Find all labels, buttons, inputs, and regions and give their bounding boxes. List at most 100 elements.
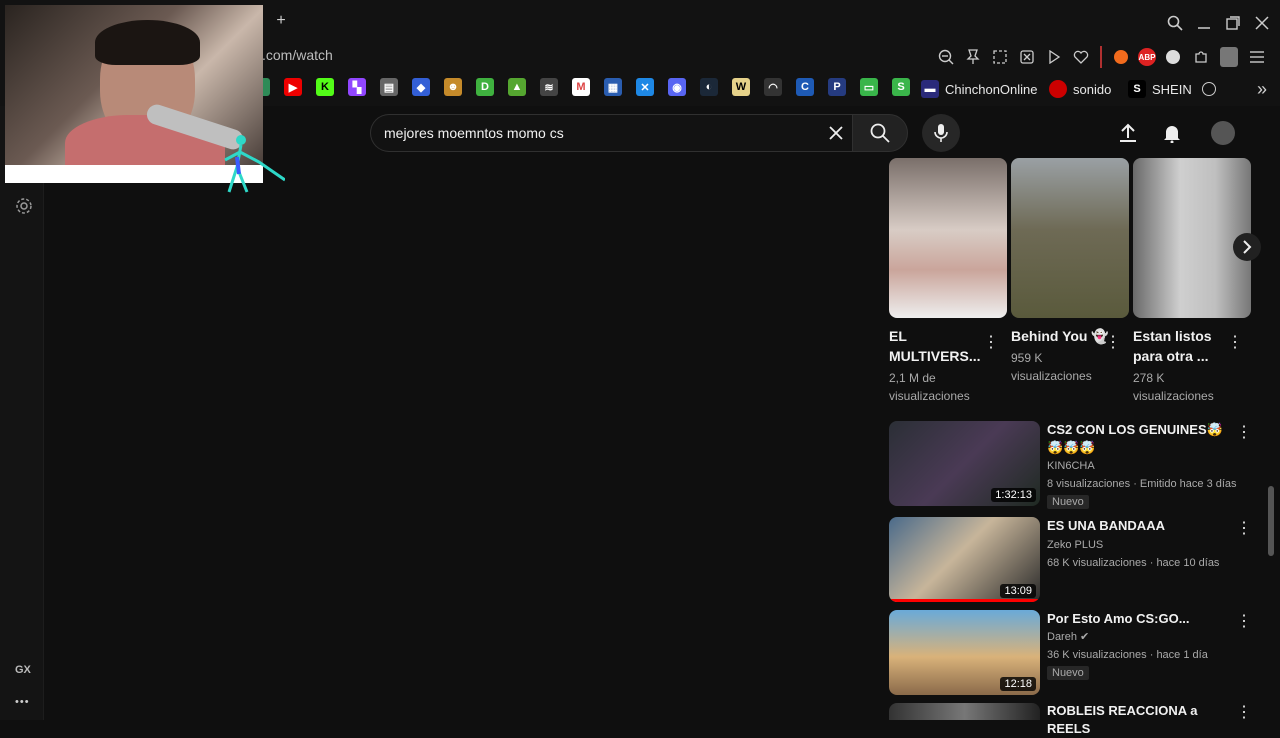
short-menu-icon[interactable]: ⋮ <box>1103 332 1123 352</box>
roblox-icon[interactable]: ◆ <box>412 78 430 96</box>
bookmark-sonido[interactable]: sonido <box>1049 78 1111 100</box>
globe-icon[interactable] <box>1160 44 1186 70</box>
voice-search-button[interactable] <box>922 114 960 152</box>
folder-icon[interactable]: ▤ <box>380 78 398 96</box>
video-title[interactable]: ROBLEIS REACCIONA a REELS <box>1047 702 1232 738</box>
short-thumbnail[interactable] <box>1133 158 1251 318</box>
close-icon[interactable] <box>1249 10 1275 36</box>
stack-icon[interactable]: ≋ <box>540 78 558 96</box>
bookmark-favicons: ▶ K ▚ ▤ ◆ ☻ D ▲ ≋ M ▦ ✕ ◉ ◐ W ◠ C P ▭ S <box>252 78 910 96</box>
video-menu-icon[interactable]: ⋮ <box>1234 611 1254 631</box>
restore-icon[interactable] <box>1220 10 1246 36</box>
short-thumbnail[interactable] <box>1011 158 1129 318</box>
short-title[interactable]: Behind You 👻 <box>1011 326 1111 346</box>
adblock-plus-icon[interactable]: ABP <box>1134 44 1160 70</box>
short-menu-icon[interactable]: ⋮ <box>1225 332 1245 352</box>
bookmark-chinchon[interactable]: ▬ ChinchonOnline <box>921 78 1038 100</box>
s-icon[interactable]: S <box>892 78 910 96</box>
video-duration: 1:32:13 <box>991 488 1036 502</box>
grid-icon[interactable]: ▦ <box>604 78 622 96</box>
short-views: 959 K visualizaciones <box>1011 351 1092 383</box>
shield-block-icon[interactable] <box>1014 44 1040 70</box>
video-title[interactable]: ES UNA BANDAAA <box>1047 517 1232 535</box>
video-menu-icon[interactable]: ⋮ <box>1234 518 1254 538</box>
globe-bookmark-icon[interactable] <box>1196 76 1222 102</box>
video-menu-icon[interactable]: ⋮ <box>1234 422 1254 442</box>
d-icon[interactable]: D <box>476 78 494 96</box>
sonido-icon <box>1049 80 1067 98</box>
chevron-right-icon <box>1243 240 1252 254</box>
bookmark-character-icon[interactable]: ☻ <box>444 78 462 96</box>
video-meta: 8 visualizaciones · Emitido hace 3 días <box>1047 478 1237 490</box>
triangle-icon[interactable]: ▲ <box>508 78 526 96</box>
twitch-icon[interactable]: ▚ <box>348 78 366 96</box>
c-icon[interactable]: C <box>796 78 814 96</box>
zoom-out-icon[interactable] <box>933 44 959 70</box>
short-title[interactable]: Estan listos para otra ... <box>1133 326 1233 366</box>
scrollbar-thumb[interactable] <box>1268 486 1274 556</box>
play-icon[interactable] <box>1041 44 1067 70</box>
more-icon[interactable]: ••• <box>15 696 30 708</box>
settings-gear-icon[interactable] <box>11 193 37 219</box>
search-button[interactable] <box>852 114 908 152</box>
video-channel[interactable]: Zeko PLUS <box>1047 536 1103 554</box>
snapshot-icon[interactable] <box>987 44 1013 70</box>
new-badge: Nuevo <box>1047 495 1089 509</box>
more-bookmarks-icon[interactable]: » <box>1249 76 1275 102</box>
search-input[interactable] <box>384 123 804 143</box>
easy-setup-menu-icon[interactable] <box>1244 44 1270 70</box>
profile-avatar-icon[interactable] <box>1216 44 1242 70</box>
short-item[interactable]: EL MULTIVERS... 2,1 M de visualizaciones <box>889 158 1007 405</box>
video-thumbnail[interactable]: 13:09 <box>889 517 1040 602</box>
video-thumbnail[interactable]: 1:32:13 <box>889 421 1040 506</box>
paypal-icon[interactable]: P <box>828 78 846 96</box>
short-menu-icon[interactable]: ⋮ <box>981 332 1001 352</box>
discord-icon[interactable]: ◉ <box>668 78 686 96</box>
url-field[interactable]: .com/watch <box>262 47 333 63</box>
short-item[interactable]: Estan listos para otra ... 278 K visuali… <box>1133 158 1251 405</box>
steam-icon[interactable]: ◐ <box>700 78 718 96</box>
short-thumbnail[interactable] <box>889 158 1007 318</box>
clear-search-icon[interactable] <box>823 120 849 146</box>
sidebar-rail: GX ••• <box>0 106 44 720</box>
chinchon-icon: ▬ <box>921 80 939 98</box>
w-icon[interactable]: W <box>732 78 750 96</box>
new-tab-button[interactable]: + <box>268 8 294 34</box>
bookmark-label: ChinchonOnline <box>945 81 1038 97</box>
account-avatar[interactable] <box>1211 121 1235 145</box>
video-thumbnail[interactable]: 12:18 <box>889 610 1040 695</box>
pin-icon[interactable] <box>960 44 986 70</box>
video-duration: 13:09 <box>1000 584 1036 598</box>
shorts-next-button[interactable] <box>1233 233 1261 261</box>
short-views: 278 K visualizaciones <box>1133 371 1214 403</box>
video-channel[interactable]: KIN6CHA <box>1047 457 1095 475</box>
video-thumbnail[interactable] <box>889 703 1040 720</box>
cross-icon[interactable]: ✕ <box>636 78 654 96</box>
video-menu-icon[interactable]: ⋮ <box>1234 702 1254 722</box>
search-box[interactable] <box>370 114 852 152</box>
bookmark-shein[interactable]: S SHEIN <box>1128 78 1192 100</box>
upload-icon[interactable] <box>1115 120 1141 146</box>
video-title[interactable]: CS2 CON LOS GENUINES🤯🤯🤯🤯 <box>1047 421 1232 457</box>
video-meta: 36 K visualizaciones · hace 1 día <box>1047 649 1208 661</box>
minimize-icon[interactable] <box>1191 10 1217 36</box>
heart-icon[interactable] <box>1068 44 1094 70</box>
bookmark-label: SHEIN <box>1152 81 1192 97</box>
extensions-puzzle-icon[interactable] <box>1188 44 1214 70</box>
video-channel[interactable]: Dareh ✔ <box>1047 628 1089 646</box>
video-green-icon[interactable]: ▭ <box>860 78 878 96</box>
gmail-icon[interactable]: M <box>572 78 590 96</box>
notifications-bell-icon[interactable] <box>1159 120 1185 146</box>
search-tabs-icon[interactable] <box>1162 10 1188 36</box>
short-title[interactable]: EL MULTIVERS... <box>889 326 989 366</box>
video-meta: 68 K visualizaciones · hace 10 días <box>1047 557 1220 569</box>
video-title[interactable]: Por Esto Amo CS:GO... <box>1047 610 1232 628</box>
watch-progress <box>889 599 1040 602</box>
gx-label[interactable]: GX <box>15 664 31 676</box>
extension-orange-icon[interactable] <box>1108 44 1134 70</box>
dancing-figure-image <box>215 132 286 198</box>
speedometer-icon[interactable]: ◠ <box>764 78 782 96</box>
youtube-icon[interactable]: ▶ <box>284 78 302 96</box>
divider <box>1100 46 1102 68</box>
kick-icon[interactable]: K <box>316 78 334 96</box>
